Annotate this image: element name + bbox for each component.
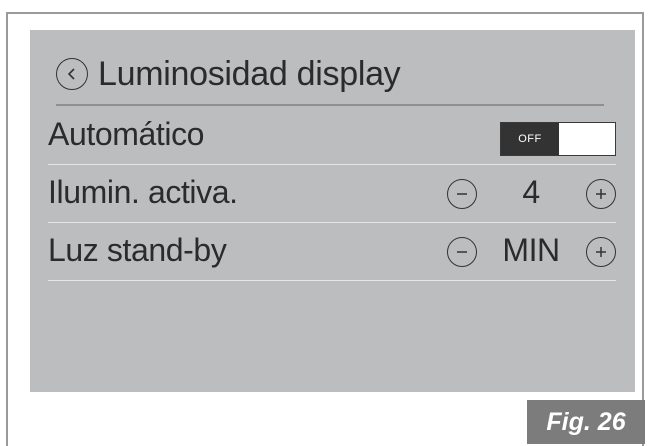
row-ilumin-activa: Ilumin. activa. 4 <box>48 164 616 223</box>
row-label-automatico: Automático <box>48 116 205 152</box>
figure-caption: Fig. 26 <box>527 400 645 444</box>
ilumin-value: 4 <box>522 174 540 210</box>
automatico-toggle[interactable]: OFF <box>500 122 616 156</box>
back-button[interactable] <box>56 58 88 90</box>
minus-icon <box>457 251 467 253</box>
row-label-ilumin-activa: Ilumin. activa. <box>48 174 238 210</box>
toggle-state-label: OFF <box>501 123 559 155</box>
ilumin-decrease-button[interactable] <box>447 179 477 209</box>
row-label-luz-standby: Luz stand-by <box>48 232 227 268</box>
standby-value: MIN <box>502 232 560 268</box>
minus-icon <box>457 193 467 195</box>
row-automatico: Automático OFF <box>48 106 616 165</box>
standby-decrease-button[interactable] <box>447 237 477 267</box>
plus-icon <box>596 247 606 257</box>
screen-header: Luminosidad display <box>56 44 604 106</box>
display-screen: Luminosidad display Automático OFF Ilumi… <box>30 30 635 392</box>
ilumin-increase-button[interactable] <box>586 179 616 209</box>
chevron-left-icon <box>67 68 75 80</box>
page-title: Luminosidad display <box>98 54 401 93</box>
standby-increase-button[interactable] <box>586 237 616 267</box>
plus-icon <box>596 189 606 199</box>
row-luz-standby: Luz stand-by MIN <box>48 222 616 281</box>
